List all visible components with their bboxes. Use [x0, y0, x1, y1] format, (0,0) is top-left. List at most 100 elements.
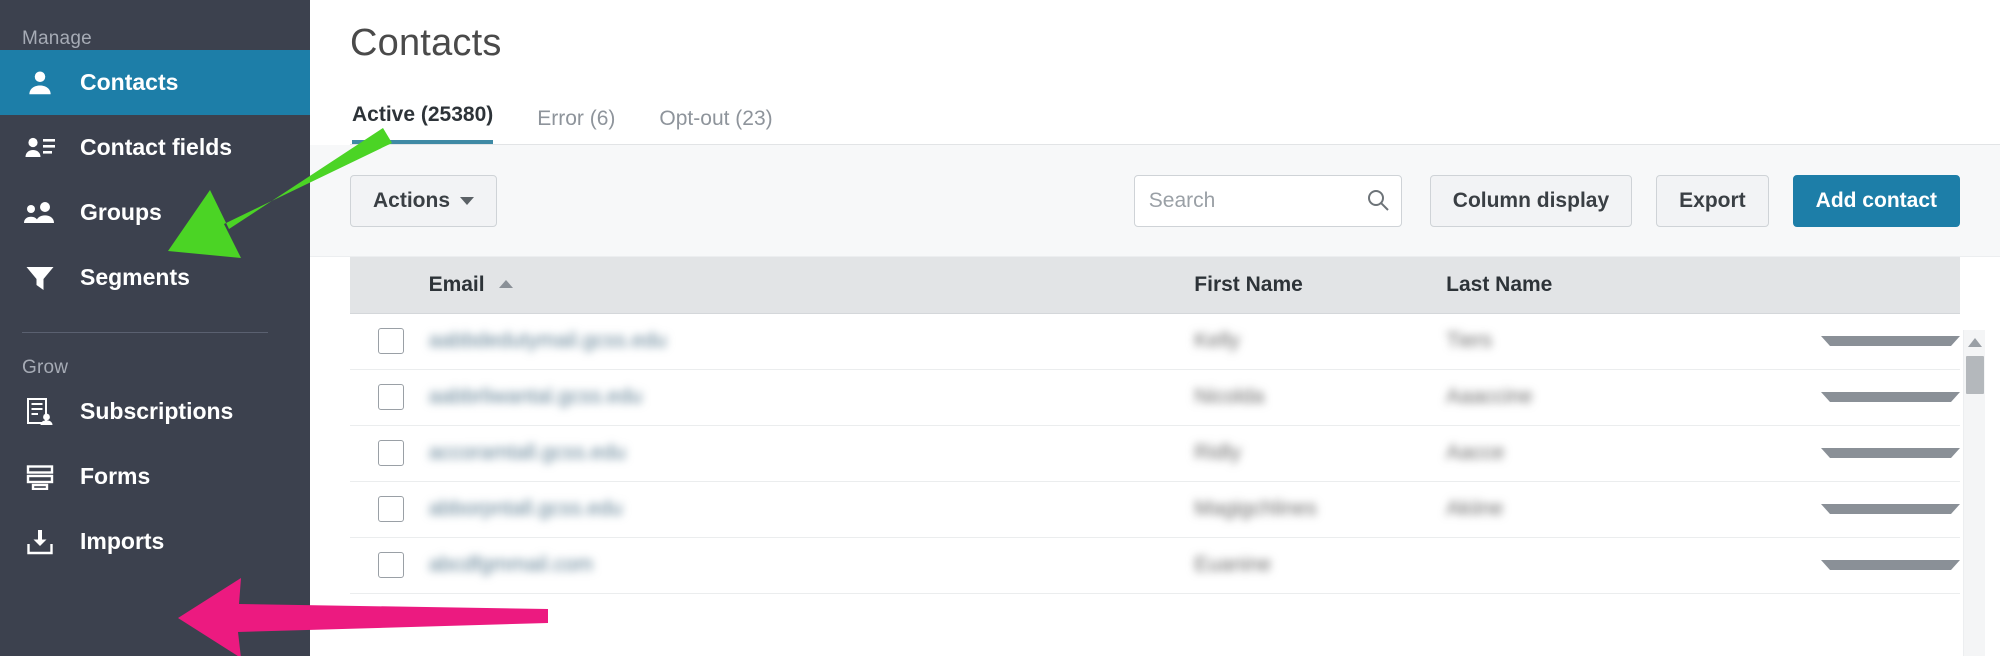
sidebar-item-forms[interactable]: Forms — [0, 444, 310, 509]
row-email-cell[interactable]: aabbrliwantal.gcss.edu — [429, 369, 1195, 425]
row-checkbox-cell[interactable] — [350, 313, 429, 369]
vertical-scrollbar[interactable] — [1963, 330, 1985, 656]
row-checkbox-cell[interactable] — [350, 537, 429, 593]
column-header-actions — [1779, 257, 1960, 313]
row-email-value: aabbdedutymail.gcss.edu — [429, 329, 667, 353]
table-row[interactable]: abborpntall.gcss.edu Magigchlines Akiine — [350, 481, 1960, 537]
table-row[interactable]: aabbdedutymail.gcss.edu Kelly Tiers — [350, 313, 1960, 369]
row-email-value: accoramtall.gcss.edu — [429, 441, 626, 465]
sidebar-item-imports[interactable]: Imports — [0, 509, 310, 574]
row-checkbox[interactable] — [378, 440, 404, 466]
row-menu-chevron-down-icon[interactable] — [1821, 504, 1960, 514]
sidebar-item-contact-fields[interactable]: Contact fields — [0, 115, 310, 180]
row-last-name-cell: Aaaccine — [1446, 369, 1778, 425]
row-last-name-value: Akiine — [1446, 497, 1503, 521]
sidebar-item-label-forms: Forms — [80, 465, 150, 488]
scrollbar-thumb[interactable] — [1966, 356, 1984, 394]
row-last-name-cell: Tiers — [1446, 313, 1778, 369]
row-first-name-cell: Ridly — [1194, 425, 1446, 481]
row-checkbox[interactable] — [378, 552, 404, 578]
tab-bar: Active (25380) Error (6) Opt-out (23) — [350, 91, 2000, 145]
row-email-cell[interactable]: accoramtall.gcss.edu — [429, 425, 1195, 481]
export-button[interactable]: Export — [1656, 175, 1769, 227]
actions-button[interactable]: Actions — [350, 175, 497, 227]
row-last-name-value: Aaaccine — [1446, 385, 1532, 409]
row-checkbox[interactable] — [378, 496, 404, 522]
column-header-email[interactable]: Email — [429, 257, 1195, 313]
row-email-cell[interactable]: abborpntall.gcss.edu — [429, 481, 1195, 537]
column-display-button[interactable]: Column display — [1430, 175, 1632, 227]
tab-error[interactable]: Error (6) — [537, 107, 615, 144]
row-email-value: abborpntall.gcss.edu — [429, 497, 623, 521]
forms-icon — [20, 460, 60, 494]
table-row[interactable]: aabbrliwantal.gcss.edu Nicolda Aaaccine — [350, 369, 1960, 425]
table-head: Email First Name Last Name — [350, 257, 1960, 313]
sidebar-item-label-contacts: Contacts — [80, 71, 178, 94]
row-email-cell[interactable]: aabbdedutymail.gcss.edu — [429, 313, 1195, 369]
row-menu-cell[interactable] — [1779, 537, 1960, 593]
row-checkbox-cell[interactable] — [350, 369, 429, 425]
row-menu-chevron-down-icon[interactable] — [1821, 560, 1960, 570]
search-field[interactable] — [1134, 175, 1402, 227]
sidebar-item-segments[interactable]: Segments — [0, 245, 310, 310]
row-first-name-value: Kelly — [1194, 329, 1240, 353]
sidebar: Manage Contacts Contact fields — [0, 0, 310, 656]
table-body: aabbdedutymail.gcss.edu Kelly Tiers — [350, 313, 1960, 593]
row-checkbox[interactable] — [378, 384, 404, 410]
contacts-table: Email First Name Last Name — [350, 257, 1960, 594]
sidebar-item-label-contact-fields: Contact fields — [80, 136, 232, 159]
column-header-last-name[interactable]: Last Name — [1446, 257, 1778, 313]
user-icon — [20, 66, 60, 100]
sidebar-item-groups[interactable]: Groups — [0, 180, 310, 245]
users-group-icon — [20, 196, 60, 230]
row-first-name-cell: Euanine — [1194, 537, 1446, 593]
row-checkbox-cell[interactable] — [350, 481, 429, 537]
row-menu-chevron-down-icon[interactable] — [1821, 336, 1960, 346]
toolbar: Actions Column display Export Add contac… — [310, 145, 2000, 257]
actions-button-label: Actions — [373, 189, 450, 213]
sidebar-section-label-grow: Grow — [0, 333, 310, 379]
table-row[interactable]: accoramtall.gcss.edu Ridly Aacce — [350, 425, 1960, 481]
row-checkbox[interactable] — [378, 328, 404, 354]
sidebar-section-label-manage: Manage — [0, 0, 310, 50]
page-title: Contacts — [350, 0, 2000, 65]
row-menu-chevron-down-icon[interactable] — [1821, 392, 1960, 402]
row-last-name-value: Aacce — [1446, 441, 1504, 465]
row-last-name-cell: Akiine — [1446, 481, 1778, 537]
row-menu-cell[interactable] — [1779, 481, 1960, 537]
contacts-table-container: Email First Name Last Name — [310, 257, 2000, 594]
row-menu-cell[interactable] — [1779, 425, 1960, 481]
sidebar-item-subscriptions[interactable]: Subscriptions — [0, 379, 310, 444]
table-row[interactable]: abcdfgmmail.com Euanine — [350, 537, 1960, 593]
row-email-cell[interactable]: abcdfgmmail.com — [429, 537, 1195, 593]
column-header-first-name-label: First Name — [1194, 273, 1303, 296]
row-last-name-value: Tiers — [1446, 329, 1492, 353]
column-header-first-name[interactable]: First Name — [1194, 257, 1446, 313]
row-first-name-value: Ridly — [1194, 441, 1241, 465]
sidebar-item-label-groups: Groups — [80, 201, 162, 224]
funnel-icon — [20, 261, 60, 295]
row-menu-cell[interactable] — [1779, 313, 1960, 369]
main-content: Contacts Active (25380) Error (6) Opt-ou… — [310, 0, 2000, 656]
sort-ascending-icon — [499, 280, 513, 288]
sidebar-item-label-subscriptions: Subscriptions — [80, 400, 233, 423]
tab-opt-out[interactable]: Opt-out (23) — [659, 107, 772, 144]
row-first-name-cell: Kelly — [1194, 313, 1446, 369]
row-last-name-cell: Aacce — [1446, 425, 1778, 481]
page-header: Contacts Active (25380) Error (6) Opt-ou… — [310, 0, 2000, 145]
sidebar-item-label-imports: Imports — [80, 530, 164, 553]
search-input[interactable] — [1134, 175, 1402, 227]
row-email-value: aabbrliwantal.gcss.edu — [429, 385, 643, 409]
table-header-row: Email First Name Last Name — [350, 257, 1960, 313]
row-checkbox-cell[interactable] — [350, 425, 429, 481]
row-first-name-value: Magigchlines — [1194, 497, 1317, 521]
add-contact-button[interactable]: Add contact — [1793, 175, 1960, 227]
sidebar-item-label-segments: Segments — [80, 266, 190, 289]
row-menu-cell[interactable] — [1779, 369, 1960, 425]
row-menu-chevron-down-icon[interactable] — [1821, 448, 1960, 458]
tab-active[interactable]: Active (25380) — [352, 103, 493, 144]
subscription-list-icon — [20, 395, 60, 429]
scroll-up-arrow-icon[interactable] — [1968, 338, 1982, 347]
sidebar-item-contacts[interactable]: Contacts — [0, 50, 310, 115]
chevron-down-icon — [460, 197, 474, 205]
